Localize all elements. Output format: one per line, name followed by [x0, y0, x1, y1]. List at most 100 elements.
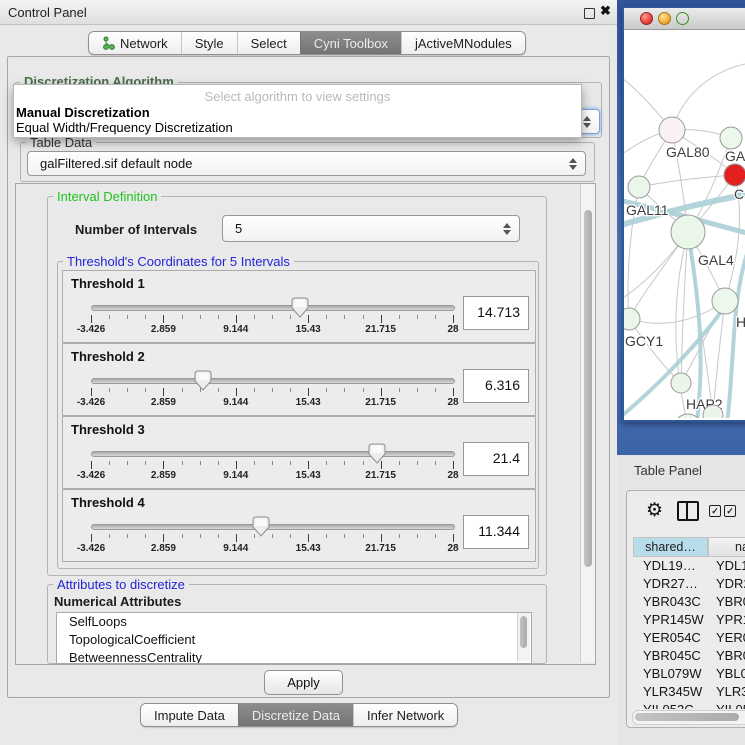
tab-select[interactable]: Select: [237, 32, 300, 54]
network-edge[interactable]: [629, 301, 725, 323]
network-node[interactable]: [671, 373, 691, 393]
network-edge[interactable]: [672, 63, 745, 130]
slider-tick-label: 28: [447, 470, 458, 481]
table-cell[interactable]: YDR27: [716, 575, 745, 593]
network-edge[interactable]: [639, 175, 735, 187]
network-node[interactable]: [628, 176, 650, 198]
slider-tick: [109, 461, 110, 465]
slider-tick: [326, 461, 327, 465]
slider-tick: [91, 461, 92, 469]
network-edge-highlighted[interactable]: [690, 245, 701, 418]
slider-thumb[interactable]: [194, 370, 212, 392]
network-view-window[interactable]: GAL80GACGAL11GAL4GCY1HHAP2: [622, 6, 745, 422]
scrollbar-thumb[interactable]: [584, 210, 592, 567]
slider-tick: [236, 315, 237, 323]
apply-button[interactable]: Apply: [264, 670, 343, 695]
checkbox-icon[interactable]: ✓: [709, 505, 721, 517]
table-cell[interactable]: YLR34: [716, 683, 745, 701]
close-icon[interactable]: ✖: [600, 3, 611, 19]
minimize-traffic-light-icon[interactable]: [658, 12, 671, 25]
slider-tick: [145, 315, 146, 319]
network-canvas[interactable]: GAL80GACGAL11GAL4GCY1HHAP2: [624, 29, 745, 418]
slider-track[interactable]: [91, 451, 455, 457]
bottom-tab-discretize-data[interactable]: Discretize Data: [238, 704, 353, 726]
slider-tick: [381, 388, 382, 396]
maximize-traffic-light-icon[interactable]: [676, 12, 689, 25]
scrollbar-thumb[interactable]: [520, 616, 527, 648]
tab-label: Impute Data: [154, 708, 225, 723]
slider-tick: [145, 461, 146, 465]
tab-network[interactable]: Network: [89, 32, 181, 54]
slider-thumb[interactable]: [291, 297, 309, 319]
slider-thumb[interactable]: [368, 443, 386, 465]
interval-group-label: Interval Definition: [53, 189, 161, 204]
network-node[interactable]: [659, 117, 685, 143]
network-node[interactable]: [724, 164, 745, 186]
network-node[interactable]: [712, 288, 738, 314]
attribute-list-item[interactable]: SelfLoops: [57, 613, 531, 631]
network-node[interactable]: [671, 215, 705, 249]
slider-thumb[interactable]: [252, 516, 270, 538]
float-window-icon[interactable]: [584, 8, 595, 19]
slider-track[interactable]: [91, 524, 455, 530]
slider-tick-label: 21.715: [365, 324, 396, 335]
column-header[interactable]: shared…: [633, 537, 708, 557]
table-cell[interactable]: YDL19…: [643, 557, 706, 575]
table-cell[interactable]: YLR345W: [643, 683, 706, 701]
threshold-value-field[interactable]: 6.316: [463, 369, 529, 403]
table-cell[interactable]: YBR04: [716, 647, 745, 665]
num-intervals-combobox[interactable]: 5: [222, 215, 520, 242]
table-cell[interactable]: YDR27…: [643, 575, 706, 593]
table-cell[interactable]: YPR145W: [643, 611, 706, 629]
table-cell[interactable]: YBL07: [716, 665, 745, 683]
table-cell[interactable]: YBL079W: [643, 665, 706, 683]
tab-cyni-toolbox[interactable]: Cyni Toolbox: [300, 32, 401, 54]
slider-tick: [91, 534, 92, 542]
table-cell[interactable]: YBR043C: [643, 593, 706, 611]
slider-tick: [218, 534, 219, 538]
scrollbar-thumb[interactable]: [635, 713, 739, 721]
threshold-value-field[interactable]: 21.4: [463, 442, 529, 476]
slider-tick-label: 9.144: [223, 397, 248, 408]
bottom-tab-impute-data[interactable]: Impute Data: [141, 704, 238, 726]
network-node[interactable]: [624, 308, 640, 330]
close-traffic-light-icon[interactable]: [640, 12, 653, 25]
threshold-value-field[interactable]: 11.344: [463, 515, 529, 549]
tab-label: Network: [120, 36, 168, 51]
attribute-list-item[interactable]: BetweennessCentrality: [57, 649, 531, 664]
bottom-tab-infer-network[interactable]: Infer Network: [353, 704, 457, 726]
checkbox-icon[interactable]: ✓: [724, 505, 736, 517]
table-cell[interactable]: YBR045C: [643, 647, 706, 665]
attributes-list: SelfLoopsTopologicalCoefficientBetweenne…: [56, 612, 532, 664]
attribute-list-item[interactable]: TopologicalCoefficient: [57, 631, 531, 649]
vertical-scrollbar[interactable]: [580, 184, 595, 662]
table-cell[interactable]: YDL19: [716, 557, 745, 575]
gear-icon[interactable]: ⚙: [646, 499, 663, 522]
slider-track[interactable]: [91, 305, 455, 311]
network-node[interactable]: [720, 127, 742, 149]
algorithm-option[interactable]: Manual Discretization: [14, 105, 581, 120]
horizontal-scrollbar[interactable]: [632, 710, 745, 725]
slider-tick: [326, 388, 327, 392]
network-window-titlebar[interactable]: [624, 8, 745, 30]
slider-tick: [163, 461, 164, 469]
network-edge[interactable]: [629, 319, 681, 383]
split-view-icon[interactable]: [677, 501, 699, 521]
slider-tick: [399, 534, 400, 538]
tab-jactivemnodules[interactable]: jActiveMNodules: [401, 32, 525, 54]
network-edge-highlighted[interactable]: [727, 245, 745, 418]
attributes-scrollbar[interactable]: [517, 613, 530, 661]
column-header[interactable]: na: [708, 537, 745, 557]
table-data-combobox[interactable]: galFiltered.sif default node: [27, 151, 586, 176]
threshold-value-field[interactable]: 14.713: [463, 296, 529, 330]
table-cell[interactable]: YIL052C: [643, 701, 706, 709]
slider-track[interactable]: [91, 378, 455, 384]
slider-tick: [236, 534, 237, 542]
table-cell[interactable]: YER054C: [643, 629, 706, 647]
tab-style[interactable]: Style: [181, 32, 237, 54]
table-cell[interactable]: YER05: [716, 629, 745, 647]
algorithm-option[interactable]: Equal Width/Frequency Discretization: [14, 120, 581, 135]
table-cell[interactable]: YBR04: [716, 593, 745, 611]
table-cell[interactable]: YIL05: [716, 701, 745, 709]
table-cell[interactable]: YPR14: [716, 611, 745, 629]
